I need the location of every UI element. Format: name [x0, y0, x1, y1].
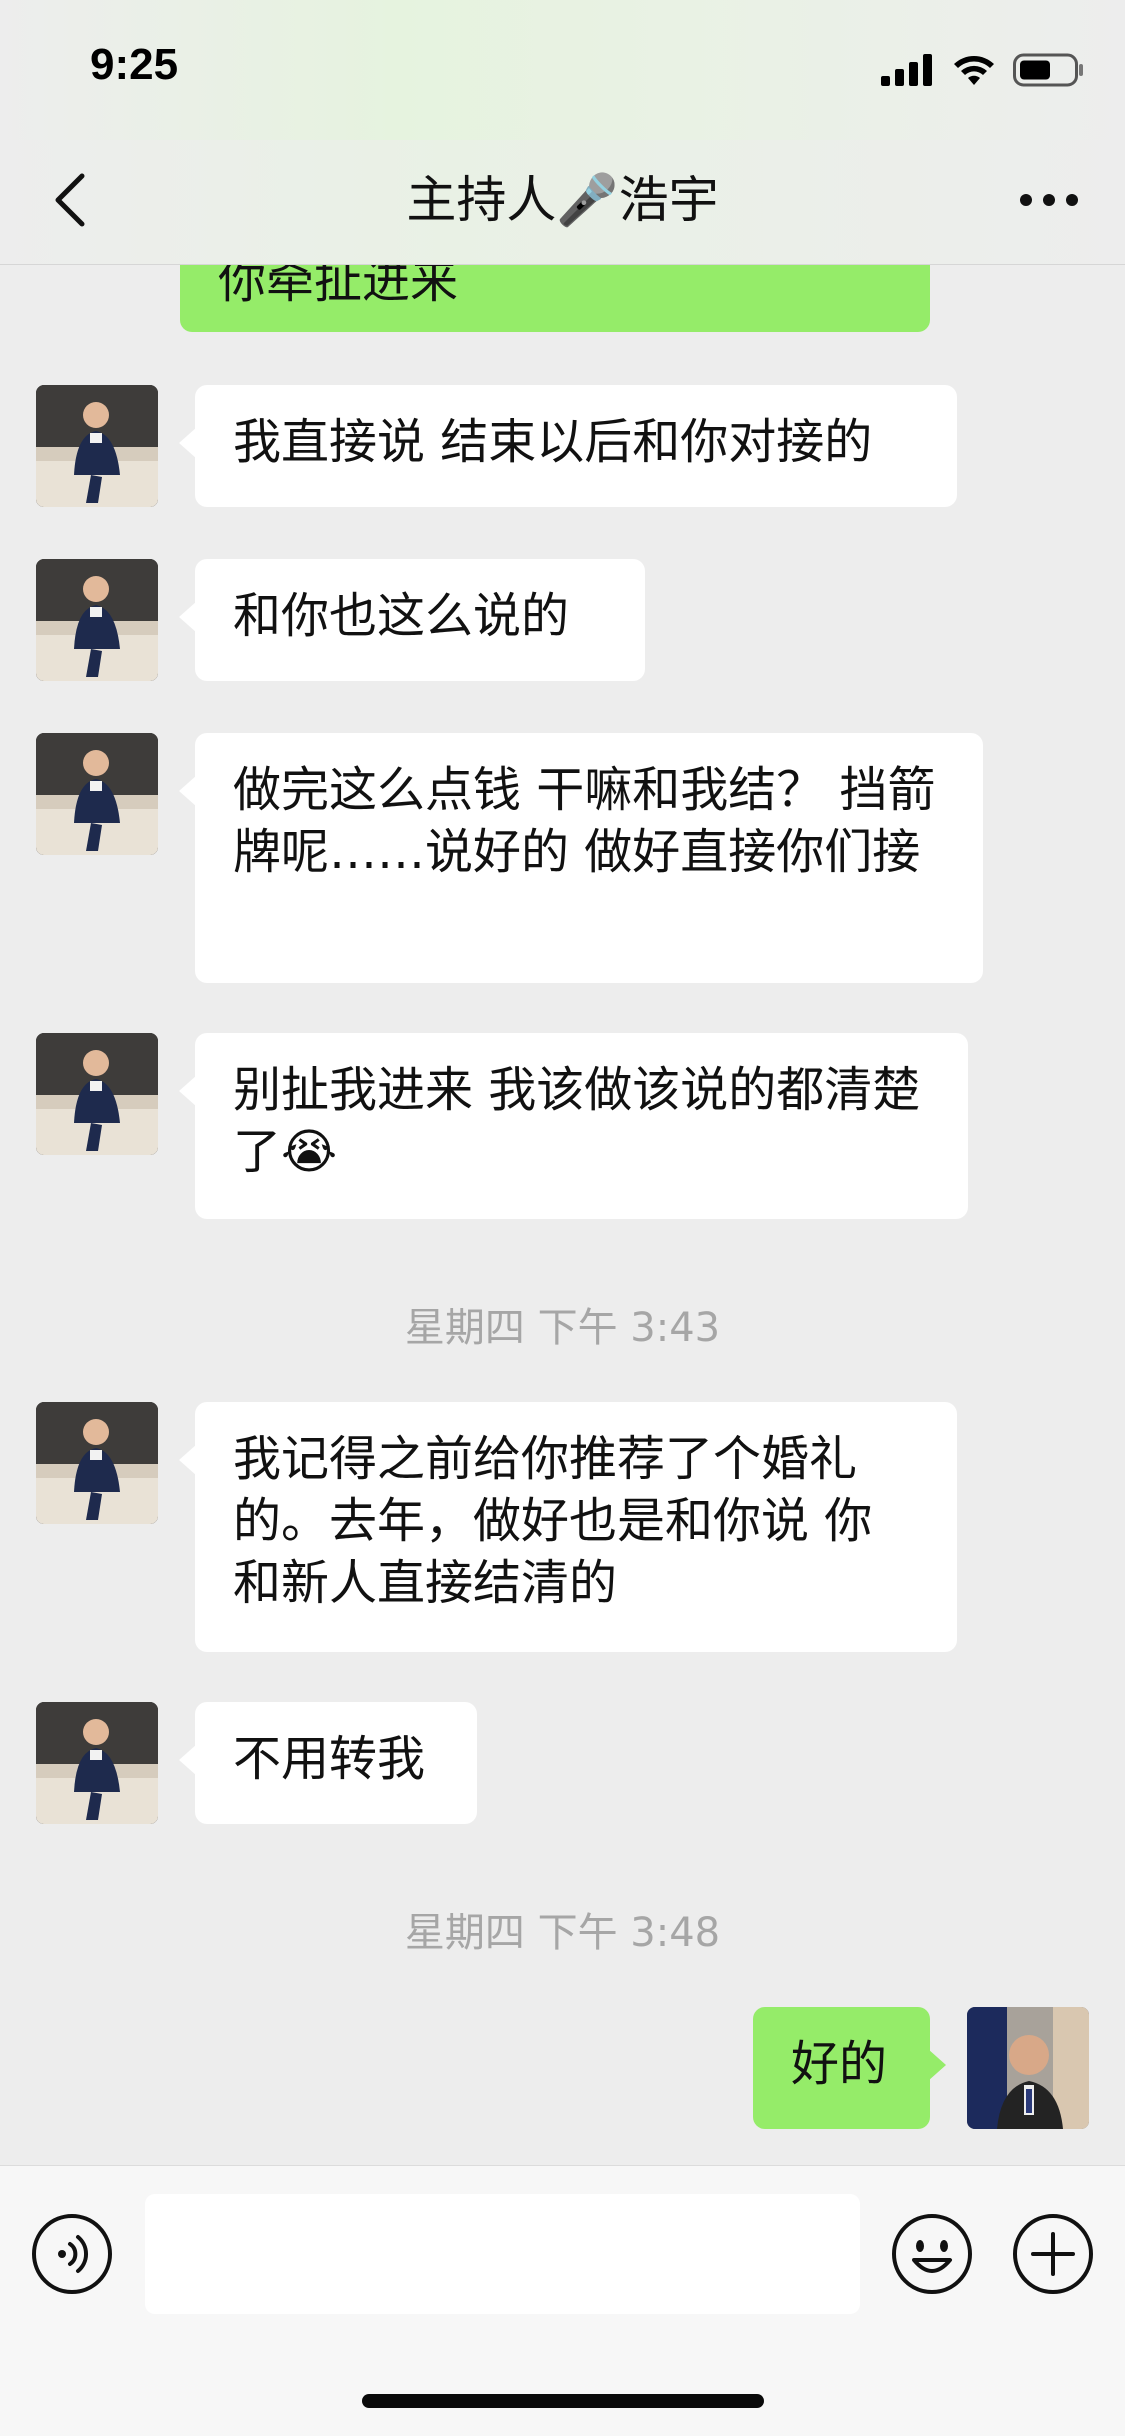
message-text: 我记得之前给你推荐了个婚礼的。去年，做好也是和你说 你和新人直接结清的 [233, 1431, 873, 1611]
message-bubble-self[interactable]: 你牵扯进来 [180, 265, 930, 332]
contact-avatar[interactable] [36, 733, 158, 855]
timestamp: 星期四 下午 3:48 [404, 1910, 721, 1956]
timestamp: 星期四 下午 3:43 [404, 1305, 721, 1351]
cellular-signal-icon [881, 54, 932, 86]
self-avatar[interactable] [967, 2007, 1089, 2129]
plus-icon [1013, 2214, 1093, 2294]
message-text: 你牵扯进来 [218, 265, 459, 309]
status-time: 9:25 [90, 40, 179, 89]
avatar-photo-icon [36, 1402, 158, 1524]
message-bubble-other[interactable]: 不用转我 [179, 1702, 477, 1824]
contact-avatar[interactable] [36, 559, 158, 681]
emoji-button[interactable] [890, 2212, 974, 2296]
self-avatar-photo-icon [967, 2007, 1089, 2129]
more-dots-icon [1020, 194, 1078, 206]
message-text: 不用转我 [233, 1731, 426, 1787]
avatar-photo-icon [36, 733, 158, 855]
avatar-photo-icon [36, 385, 158, 507]
emoji-icon [892, 2214, 972, 2294]
message-text: 做完这么点钱 干嘛和我结？ 挡箭牌呢……说好的 做好直接你们接 [233, 762, 936, 880]
message-bubble-other[interactable]: 做完这么点钱 干嘛和我结？ 挡箭牌呢……说好的 做好直接你们接 [179, 733, 983, 983]
message-text: 好的 [791, 2036, 888, 2092]
message-bubble-self[interactable]: 好的 [753, 2007, 946, 2129]
avatar-photo-icon [36, 559, 158, 681]
contact-avatar[interactable] [36, 385, 158, 507]
chat-area[interactable]: 你牵扯进来 我直接说 结束以后和你对接的 和你也这么说的 做完这么点钱 干嘛和我… [0, 265, 1125, 2165]
contact-avatar[interactable] [36, 1033, 158, 1155]
nav-bar: 主持人🎤浩宇 [0, 140, 1125, 265]
message-text: 别扯我进来 我该做该说的都清楚了😭 [233, 1062, 921, 1180]
contact-avatar[interactable] [36, 1702, 158, 1824]
status-icons [881, 50, 1085, 90]
status-bar: 9:25 [0, 0, 1125, 140]
message-text: 我直接说 结束以后和你对接的 [233, 414, 873, 470]
message-text: 和你也这么说的 [233, 588, 570, 644]
wifi-icon [954, 56, 994, 85]
contact-avatar[interactable] [36, 1402, 158, 1524]
message-input[interactable] [145, 2194, 860, 2314]
message-bubble-other[interactable]: 和你也这么说的 [179, 559, 645, 681]
battery-icon [1013, 53, 1083, 87]
voice-icon [32, 2214, 112, 2294]
avatar-photo-icon [36, 1702, 158, 1824]
more-button[interactable] [1009, 170, 1089, 230]
more-features-button[interactable] [1011, 2212, 1095, 2296]
avatar-photo-icon [36, 1033, 158, 1155]
home-indicator[interactable] [362, 2394, 764, 2408]
chat-title: 主持人🎤浩宇 [406, 171, 719, 229]
message-bubble-other[interactable]: 我记得之前给你推荐了个婚礼的。去年，做好也是和你说 你和新人直接结清的 [179, 1402, 957, 1652]
voice-button[interactable] [30, 2212, 114, 2296]
message-bubble-other[interactable]: 别扯我进来 我该做该说的都清楚了😭 [179, 1033, 968, 1219]
message-bubble-other[interactable]: 我直接说 结束以后和你对接的 [179, 385, 957, 507]
